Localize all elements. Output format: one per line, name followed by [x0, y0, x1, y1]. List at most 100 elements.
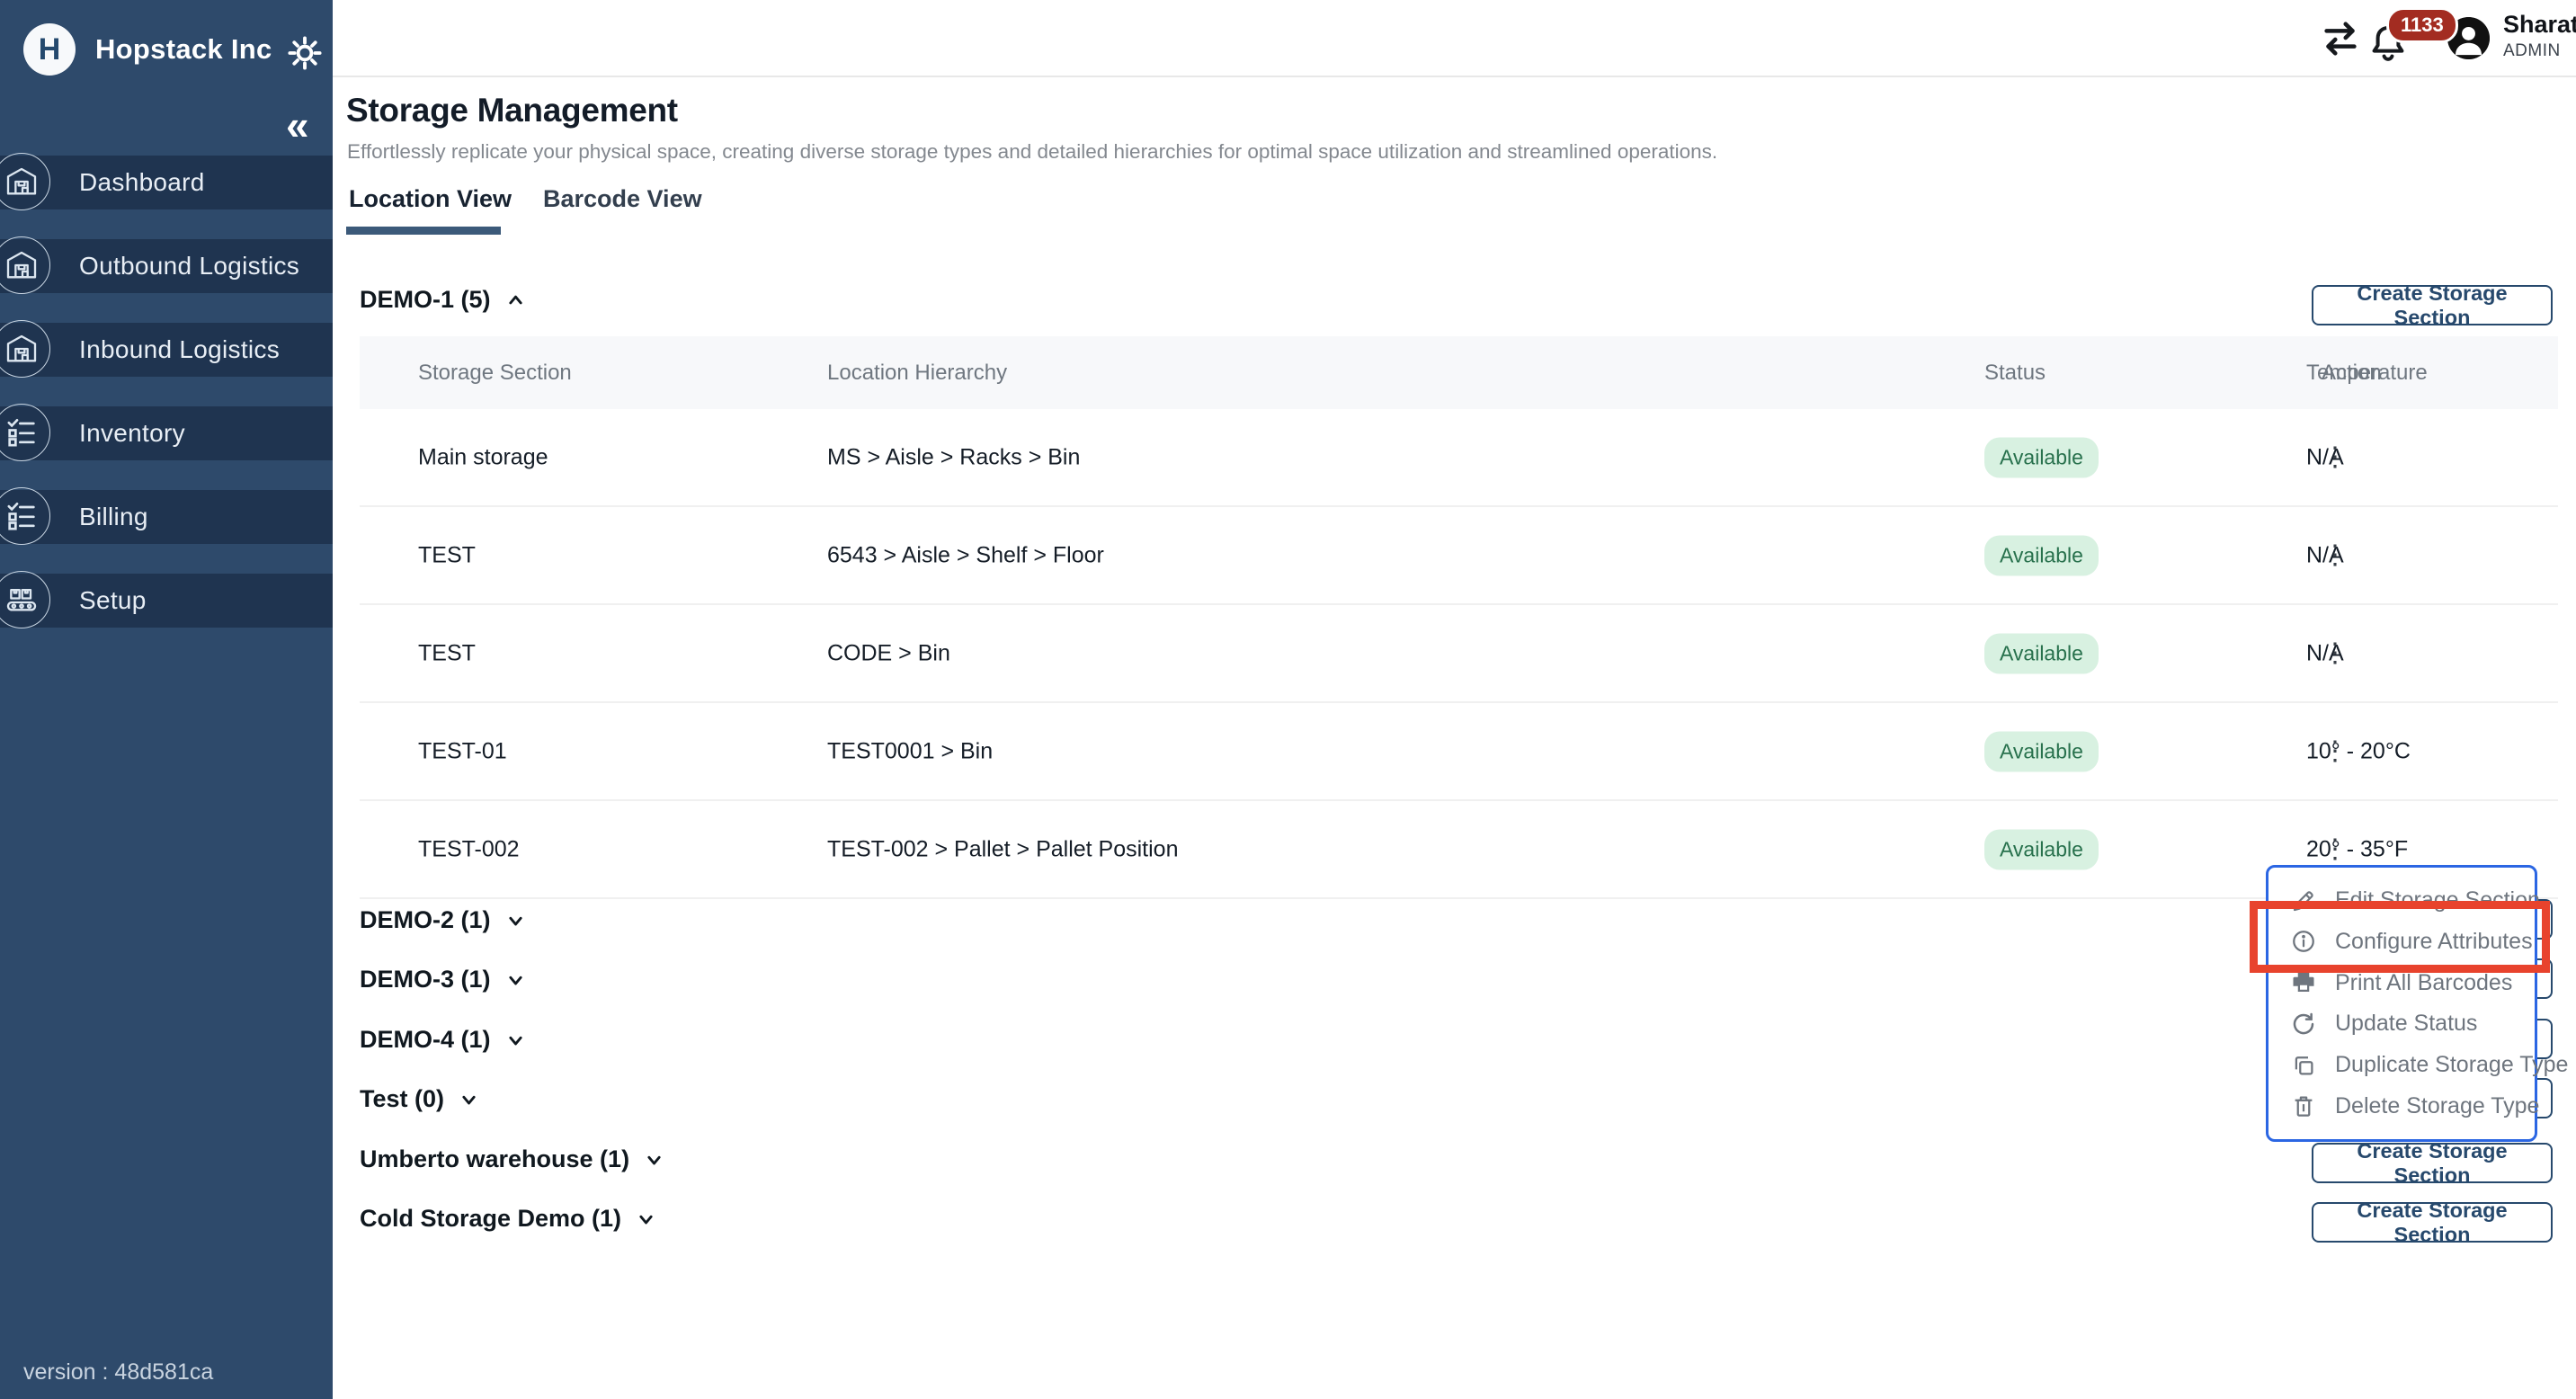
create-storage-section-button[interactable]: Create Storage Section: [2312, 1202, 2553, 1243]
topbar: 1133 Sharath ADMIN: [333, 0, 2576, 77]
menu-item-duplicate-storage-type[interactable]: Duplicate Storage Type: [2268, 1052, 2535, 1079]
chevron-down-icon: [504, 908, 528, 932]
status-badge: Available: [1984, 535, 2099, 575]
section-name: Test (0): [360, 1085, 444, 1113]
sidebar-item-label: Billing: [79, 503, 148, 531]
storage-section-name: TEST: [418, 640, 476, 666]
printer-icon: [2290, 969, 2317, 996]
column-header: Status: [1984, 361, 2046, 386]
column-header: Action: [2322, 361, 2382, 386]
location-hierarchy: CODE > Bin: [827, 640, 950, 666]
sidebar-item-label: Dashboard: [79, 168, 205, 197]
menu-item-edit-storage-section[interactable]: Edit Storage Section: [2268, 887, 2535, 914]
sidebar-item-label: Outbound Logistics: [79, 252, 299, 281]
menu-item-label: Update Status: [2335, 1011, 2477, 1037]
sidebar-item-billing[interactable]: Billing: [0, 490, 333, 544]
chevron-down-icon: [504, 1028, 528, 1052]
menu-item-label: Print All Barcodes: [2335, 970, 2512, 996]
sidebar-item-label: Inbound Logistics: [79, 335, 280, 364]
app-version: version : 48d581ca: [23, 1359, 213, 1386]
conveyor-icon: [0, 571, 50, 628]
table-row: TEST-002 TEST-002 > Pallet > Pallet Posi…: [360, 799, 2558, 899]
section-header-test[interactable]: Test (0): [360, 1085, 481, 1113]
user-name[interactable]: Sharath: [2503, 11, 2576, 39]
tab-location-view[interactable]: Location View: [349, 185, 512, 213]
warehouse-icon: [0, 236, 50, 294]
warehouse-icon: [0, 320, 50, 378]
create-storage-section-button[interactable]: Create Storage Section: [2312, 285, 2553, 325]
warehouse-icon: [0, 153, 50, 210]
menu-item-update-status[interactable]: Update Status: [2268, 1011, 2535, 1038]
create-storage-section-button[interactable]: Create Storage Section: [2312, 1143, 2553, 1183]
location-hierarchy: MS > Aisle > Racks > Bin: [827, 444, 1080, 470]
sidebar-item-label: Setup: [79, 586, 147, 615]
status-badge: Available: [1984, 633, 2099, 673]
section-header-demo-3[interactable]: DEMO-3 (1): [360, 966, 528, 994]
notification-count-badge[interactable]: 1133: [2386, 7, 2458, 43]
row-actions-kebab-icon[interactable]: ⋮: [2322, 542, 2349, 569]
row-actions-context-menu: Edit Storage Section Configure Attribute…: [2266, 865, 2537, 1142]
page-title: Storage Management: [346, 92, 678, 129]
chevron-up-icon: [504, 288, 528, 312]
location-hierarchy: TEST0001 > Bin: [827, 738, 993, 764]
brand: H Hopstack Inc: [23, 23, 272, 76]
chevron-down-icon: [634, 1207, 658, 1231]
section-header-cold-storage-demo[interactable]: Cold Storage Demo (1): [360, 1205, 658, 1233]
table-header-row: Storage Section Location Hierarchy Statu…: [360, 336, 2558, 409]
status-badge: Available: [1984, 829, 2099, 869]
section-header-demo-2[interactable]: DEMO-2 (1): [360, 906, 528, 934]
duplicate-icon: [2290, 1052, 2317, 1079]
menu-item-label: Duplicate Storage Type: [2335, 1052, 2568, 1078]
menu-item-label: Edit Storage Section: [2335, 887, 2540, 913]
sidebar-item-label: Inventory: [79, 419, 185, 448]
user-role: ADMIN: [2503, 41, 2561, 61]
checklist-icon: [0, 487, 50, 545]
chevron-down-icon: [642, 1147, 666, 1172]
storage-section-name: Main storage: [418, 444, 548, 470]
row-actions-kebab-icon[interactable]: ⋮: [2322, 640, 2349, 667]
sidebar-item-outbound-logistics[interactable]: Outbound Logistics: [0, 239, 333, 293]
menu-item-print-all-barcodes[interactable]: Print All Barcodes: [2268, 969, 2535, 996]
table-row: TEST 6543 > Aisle > Shelf > Floor Availa…: [360, 505, 2558, 603]
sync-icon: [2290, 1011, 2317, 1038]
gear-icon[interactable]: [286, 34, 324, 72]
storage-section-name: TEST-002: [418, 836, 520, 862]
status-badge: Available: [1984, 437, 2099, 477]
active-tab-underline: [346, 227, 501, 235]
menu-item-delete-storage-type[interactable]: Delete Storage Type: [2268, 1092, 2535, 1119]
tab-barcode-view[interactable]: Barcode View: [543, 185, 702, 213]
hopstack-logo-icon: H: [23, 23, 76, 76]
chevron-down-icon: [457, 1087, 481, 1111]
table-row: Main storage MS > Aisle > Racks > Bin Av…: [360, 409, 2558, 505]
switch-warehouse-icon[interactable]: [2320, 18, 2361, 59]
location-hierarchy: TEST-002 > Pallet > Pallet Position: [827, 836, 1179, 862]
section-header-demo-4[interactable]: DEMO-4 (1): [360, 1026, 528, 1054]
section-name: DEMO-1 (5): [360, 286, 491, 314]
menu-item-label: Delete Storage Type: [2335, 1093, 2539, 1119]
table-row: TEST CODE > Bin Available N/A ⋮: [360, 603, 2558, 701]
storage-section-name: TEST: [418, 542, 476, 568]
section-name: DEMO-2 (1): [360, 906, 491, 934]
menu-item-label: Configure Attributes: [2335, 929, 2533, 955]
section-header-demo-1[interactable]: DEMO-1 (5): [360, 286, 528, 314]
menu-item-configure-attributes[interactable]: Configure Attributes: [2268, 928, 2535, 955]
chevron-down-icon: [504, 967, 528, 992]
section-name: Cold Storage Demo (1): [360, 1205, 621, 1233]
status-badge: Available: [1984, 731, 2099, 771]
column-header: Storage Section: [418, 361, 572, 386]
row-actions-kebab-icon[interactable]: ⋮: [2322, 836, 2349, 863]
section-header-umberto-warehouse[interactable]: Umberto warehouse (1): [360, 1145, 666, 1173]
sidebar-item-setup[interactable]: Setup: [0, 574, 333, 628]
section-name: Umberto warehouse (1): [360, 1145, 629, 1173]
row-actions-kebab-icon[interactable]: ⋮: [2322, 738, 2349, 765]
sidebar-item-inbound-logistics[interactable]: Inbound Logistics: [0, 323, 333, 377]
sidebar-item-inventory[interactable]: Inventory: [0, 406, 333, 460]
storage-sections-table: Storage Section Location Hierarchy Statu…: [360, 336, 2558, 899]
sidebar-collapse-icon[interactable]: «: [286, 104, 309, 146]
sidebar-item-dashboard[interactable]: Dashboard: [0, 156, 333, 209]
row-actions-kebab-icon[interactable]: ⋮: [2322, 444, 2349, 471]
column-header: Location Hierarchy: [827, 361, 1007, 386]
brand-name: Hopstack Inc: [95, 33, 272, 66]
section-name: DEMO-3 (1): [360, 966, 491, 994]
page-subtitle: Effortlessly replicate your physical spa…: [347, 140, 1717, 164]
